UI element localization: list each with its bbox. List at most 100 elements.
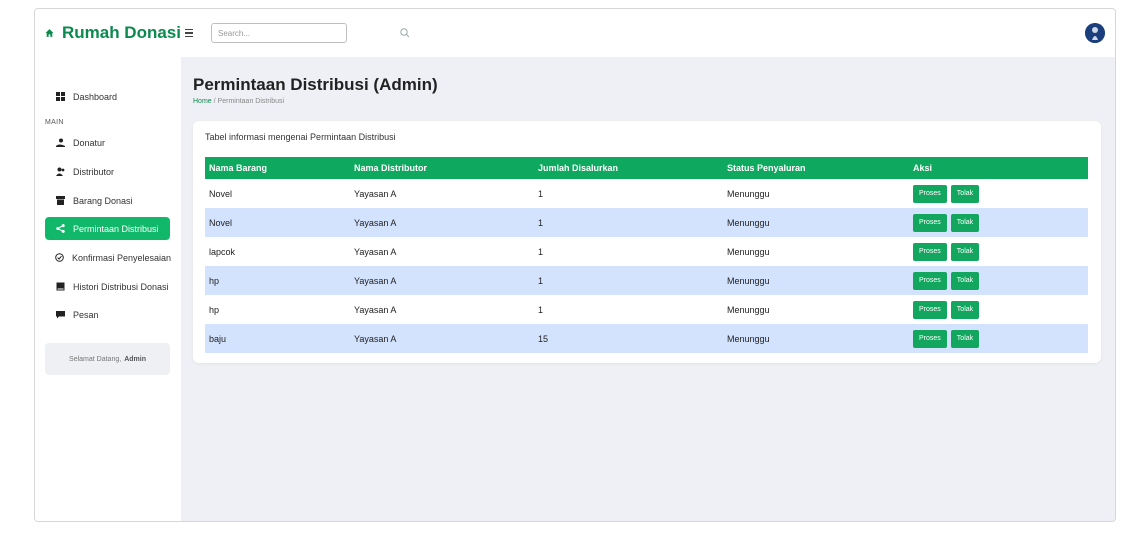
proses-button[interactable]: Proses: [913, 300, 947, 319]
table-row: Novel Yayasan A 1 Menunggu Proses Tolak: [205, 179, 1088, 208]
sidebar-item-label: Konfirmasi Penyelesaian: [72, 252, 172, 263]
cell-status: Menunggu: [727, 246, 770, 257]
avatar-image: [1085, 23, 1105, 43]
cell-nama-barang: lapcok: [209, 246, 236, 257]
donor-icon: [55, 138, 65, 148]
proses-button[interactable]: Proses: [913, 329, 947, 348]
sidebar-item-permintaan-distribusi[interactable]: Permintaan Distribusi: [45, 217, 170, 240]
sidebar-item-histori-distribusi-donasi[interactable]: Histori Distribusi Donasi: [45, 275, 170, 298]
cell-nama-barang: baju: [209, 333, 227, 344]
breadcrumb-home-link[interactable]: Home: [193, 98, 212, 105]
sidebar: Dashboard MAIN Donatur Distributor Baran…: [35, 57, 181, 521]
cell-jumlah: 1: [538, 246, 544, 257]
breadcrumb: Home / Permintaan Distribusi: [193, 98, 284, 105]
sidebar-item-pesan[interactable]: Pesan: [45, 303, 170, 326]
column-header-nama-barang: Nama Barang: [209, 163, 268, 173]
sidebar-item-konfirmasi-penyelesaian[interactable]: Konfirmasi Penyelesaian: [45, 246, 172, 269]
tolak-button[interactable]: Tolak: [950, 271, 980, 290]
share-icon: [55, 224, 65, 234]
tolak-button[interactable]: Tolak: [950, 213, 980, 232]
avatar[interactable]: [1085, 23, 1105, 43]
cell-status: Menunggu: [727, 188, 770, 199]
cell-aksi: Proses Tolak: [909, 295, 1088, 324]
sidebar-item-dashboard[interactable]: Dashboard: [45, 85, 170, 108]
cell-jumlah: 15: [538, 333, 549, 344]
cell-aksi: Proses Tolak: [909, 266, 1088, 295]
menu-toggle-icon[interactable]: [185, 24, 203, 42]
users-icon: [55, 167, 65, 177]
sidebar-item-label: Pesan: [73, 309, 99, 320]
cell-nama-distributor: Yayasan A: [354, 217, 397, 228]
table-header-row: Nama Barang Nama Distributor Jumlah Disa…: [205, 157, 1088, 179]
sidebar-section-heading: MAIN: [45, 119, 64, 126]
cell-aksi: Proses Tolak: [909, 237, 1088, 266]
breadcrumb-separator: /: [213, 98, 216, 105]
distribution-request-table: Nama Barang Nama Distributor Jumlah Disa…: [205, 157, 1088, 353]
cell-nama-barang: hp: [209, 304, 220, 315]
card-title: Tabel informasi mengenai Permintaan Dist…: [205, 132, 396, 142]
cell-nama-barang: hp: [209, 275, 220, 286]
welcome-user: Admin: [124, 355, 146, 363]
sidebar-item-label: Permintaan Distribusi: [73, 223, 159, 234]
welcome-panel: Selamat Datang, Admin: [45, 343, 170, 375]
archive-icon: [55, 282, 65, 292]
welcome-text: Selamat Datang,: [69, 355, 122, 363]
cell-jumlah: 1: [538, 217, 544, 228]
sidebar-item-label: Histori Distribusi Donasi: [73, 281, 169, 292]
cell-aksi: Proses Tolak: [909, 208, 1088, 237]
search-input[interactable]: Search...: [211, 23, 347, 43]
search-icon[interactable]: [399, 27, 411, 39]
brand[interactable]: Rumah Donasi: [35, 23, 181, 43]
app-window: Rumah Donasi Search... Dashboard MAIN Do…: [34, 8, 1116, 522]
proses-button[interactable]: Proses: [913, 242, 947, 261]
sidebar-item-barang-donasi[interactable]: Barang Donasi: [45, 189, 170, 212]
sidebar-item-label: Distributor: [73, 166, 115, 177]
sidebar-item-donatur[interactable]: Donatur: [45, 131, 170, 154]
proses-button[interactable]: Proses: [913, 184, 947, 203]
table-card: Tabel informasi mengenai Permintaan Dist…: [193, 121, 1101, 363]
cell-nama-distributor: Yayasan A: [354, 275, 397, 286]
column-header-status-penyaluran: Status Penyaluran: [727, 163, 806, 173]
cell-nama-distributor: Yayasan A: [354, 246, 397, 257]
table-row: hp Yayasan A 1 Menunggu Proses Tolak: [205, 266, 1088, 295]
sidebar-item-label: Dashboard: [73, 91, 118, 102]
sidebar-item-label: Donatur: [73, 137, 106, 148]
cell-jumlah: 1: [538, 304, 544, 315]
cell-aksi: Proses Tolak: [909, 324, 1088, 353]
tolak-button[interactable]: Tolak: [950, 242, 980, 261]
breadcrumb-current: Permintaan Distribusi: [217, 98, 285, 105]
cell-status: Menunggu: [727, 275, 770, 286]
cell-nama-barang: Novel: [209, 217, 233, 228]
cell-nama-barang: Novel: [209, 188, 233, 199]
cell-jumlah: 1: [538, 275, 544, 286]
tolak-button[interactable]: Tolak: [950, 300, 980, 319]
column-header-aksi: Aksi: [913, 163, 933, 173]
message-icon: [55, 310, 65, 320]
cell-jumlah: 1: [538, 188, 544, 199]
column-header-nama-distributor: Nama Distributor: [354, 163, 428, 173]
sidebar-item-distributor[interactable]: Distributor: [45, 160, 170, 183]
main-content: Permintaan Distribusi (Admin) Home / Per…: [181, 57, 1115, 521]
home-icon: [45, 29, 54, 37]
cell-status: Menunggu: [727, 304, 770, 315]
table-row: baju Yayasan A 15 Menunggu Proses Tolak: [205, 324, 1088, 353]
proses-button[interactable]: Proses: [913, 213, 947, 232]
table-row: lapcok Yayasan A 1 Menunggu Proses Tolak: [205, 237, 1088, 266]
tolak-button[interactable]: Tolak: [950, 184, 980, 203]
cell-status: Menunggu: [727, 333, 770, 344]
check-circle-icon: [55, 253, 64, 263]
top-bar: Rumah Donasi Search...: [35, 9, 1115, 57]
cell-nama-distributor: Yayasan A: [354, 333, 397, 344]
cell-status: Menunggu: [727, 217, 770, 228]
sidebar-item-label: Barang Donasi: [73, 195, 133, 206]
tolak-button[interactable]: Tolak: [950, 329, 980, 348]
box-icon: [55, 196, 65, 206]
column-header-jumlah-disalurkan: Jumlah Disalurkan: [538, 163, 619, 173]
proses-button[interactable]: Proses: [913, 271, 947, 290]
table-row: Novel Yayasan A 1 Menunggu Proses Tolak: [205, 208, 1088, 237]
brand-name: Rumah Donasi: [61, 23, 181, 42]
page-title: Permintaan Distribusi (Admin): [193, 75, 438, 94]
cell-aksi: Proses Tolak: [909, 179, 1088, 208]
table-row: hp Yayasan A 1 Menunggu Proses Tolak: [205, 295, 1088, 324]
grid-icon: [55, 92, 65, 102]
